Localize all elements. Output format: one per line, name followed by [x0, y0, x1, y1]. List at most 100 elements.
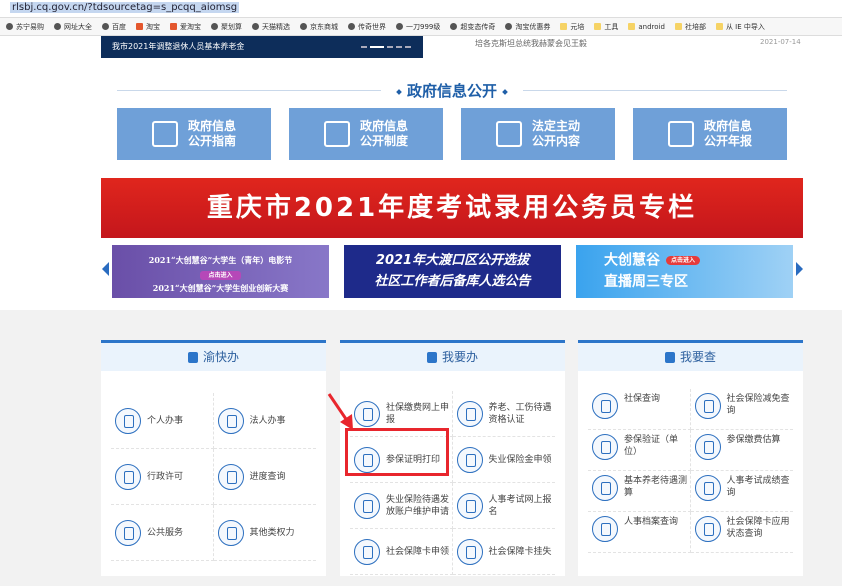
service-icon	[694, 393, 721, 419]
slide-caption[interactable]: 我市2021年调整退休人员基本养老金	[112, 42, 244, 51]
bookmark[interactable]: 超变态传奇	[450, 22, 495, 32]
service-item[interactable]: 人事档案查询	[588, 512, 691, 553]
service-item[interactable]: 参保缴费估算	[690, 430, 793, 471]
panel-header: 我要查	[578, 343, 803, 371]
baidu-icon	[102, 23, 109, 30]
service-icon	[217, 407, 244, 434]
service-icon	[592, 434, 618, 460]
panel-icon	[664, 352, 675, 363]
gov-info-item[interactable]: 法定主动 公开内容	[461, 108, 615, 160]
panel-icon	[187, 352, 198, 363]
service-item[interactable]: 其他类权力	[213, 505, 316, 561]
service-item[interactable]: 社会保障卡申领	[350, 529, 453, 575]
service-icon	[354, 400, 380, 427]
service-icon	[354, 538, 380, 565]
service-icon	[217, 463, 244, 490]
civil-service-banner[interactable]: 重庆市2021年度考试录用公务员专栏	[101, 178, 803, 238]
highlight-box	[345, 428, 449, 476]
bookmark[interactable]: 工具	[594, 22, 618, 32]
service-icon	[217, 519, 244, 546]
service-item[interactable]: 失业保险金申领	[452, 437, 555, 483]
globe-icon	[348, 23, 355, 30]
service-item[interactable]: 社保查询	[588, 389, 691, 430]
globe-icon	[211, 23, 218, 30]
service-item[interactable]: 人事考试网上报名	[452, 483, 555, 529]
service-icon	[456, 538, 483, 565]
document-icon	[495, 121, 522, 147]
service-item[interactable]: 社会保险减免查询	[690, 389, 793, 430]
carousel-prev-icon[interactable]	[102, 262, 109, 276]
carousel-next-icon[interactable]	[796, 262, 803, 276]
red-arrow-icon	[327, 393, 353, 430]
globe-icon	[252, 23, 259, 30]
service-icon	[456, 400, 483, 427]
folder-icon	[560, 23, 568, 30]
globe-icon	[396, 23, 403, 30]
carousel-item-live[interactable]: 大创慧谷 点击进入 直播周三专区	[576, 245, 793, 298]
bookmark[interactable]: android	[628, 23, 665, 31]
service-icon	[456, 492, 483, 519]
news-item[interactable]: 培各克斯坦总统我赫蒙会见王毅	[475, 38, 587, 49]
bookmark[interactable]: 从 IE 中导入	[715, 22, 765, 32]
bookmark[interactable]: 传奇世界	[348, 22, 386, 32]
globe-icon	[6, 23, 13, 30]
panel-header: 渝快办	[101, 343, 326, 371]
service-item[interactable]: 个人办事	[111, 393, 214, 449]
gov-info-item[interactable]: 政府信息 公开指南	[117, 108, 271, 160]
bookmark[interactable]: 苏宁易购	[6, 22, 44, 32]
folder-icon	[715, 23, 723, 30]
bookmark[interactable]: 天猫精选	[252, 22, 290, 32]
service-icon	[694, 516, 721, 542]
service-icon	[592, 475, 618, 501]
service-icon	[115, 407, 141, 434]
globe-icon	[505, 23, 513, 30]
service-icon	[694, 475, 721, 501]
service-icon	[115, 519, 141, 546]
service-item[interactable]: 行政许可	[111, 449, 214, 505]
news-slide[interactable]: 我市2021年调整退休人员基本养老金	[101, 36, 423, 58]
service-item[interactable]: 参保验证（单位）	[588, 430, 691, 471]
service-item[interactable]: 法人办事	[213, 393, 316, 449]
url-text[interactable]: rlsbj.cq.gov.cn/?tdsourcetag=s_pcqq_aiom…	[10, 2, 240, 13]
service-item[interactable]: 养老、工伤待遇资格认证	[452, 391, 555, 437]
service-item[interactable]: 社会保障卡挂失	[452, 529, 555, 575]
service-item[interactable]: 基本养老待遇测算	[588, 471, 691, 512]
service-item[interactable]: 失业保险待遇发放账户维护申请	[350, 483, 453, 529]
service-icon	[456, 446, 483, 473]
service-icon	[115, 463, 141, 490]
taobao-icon	[170, 23, 177, 30]
bookmark[interactable]: 社培部	[674, 22, 706, 32]
service-item[interactable]: 人事考试成绩查询	[690, 471, 793, 512]
bookmark[interactable]: 一刀999级	[396, 22, 440, 32]
document-icon	[667, 121, 694, 147]
service-item[interactable]: 社会保障卡应用状态查询	[690, 512, 793, 553]
document-icon	[151, 121, 178, 147]
bookmark[interactable]: 京东商城	[300, 22, 338, 32]
carousel-item-recruitment[interactable]: 2021年大渡口区公开选拔 社区工作者后备库人选公告	[344, 245, 561, 298]
bookmark[interactable]: 网址大全	[54, 22, 92, 32]
folder-icon	[594, 23, 602, 30]
gov-info-item[interactable]: 政府信息 公开制度	[289, 108, 443, 160]
carousel-item-film-festival[interactable]: 2021“大创慧谷”大学生（青年）电影节 点击进入 2021“大创慧谷”大学生创业创…	[112, 245, 329, 298]
bookmark[interactable]: 百度	[102, 22, 126, 32]
service-panel: 我要查社保查询 社会保险减免查询 参保验证（单位） 参保缴费估算 基本养老待遇测算 人事考…	[578, 340, 803, 576]
service-icon	[694, 434, 721, 460]
news-date: 2021-07-14	[760, 38, 801, 46]
slide-dots[interactable]	[361, 46, 411, 48]
bookmark[interactable]: 淘宝	[136, 22, 160, 32]
bookmark[interactable]: 淘宝优惠券	[505, 22, 550, 32]
service-item[interactable]: 进度查询	[213, 449, 316, 505]
globe-icon	[300, 23, 307, 30]
service-item[interactable]: 公共服务	[111, 505, 214, 561]
address-bar[interactable]: rlsbj.cq.gov.cn/?tdsourcetag=s_pcqq_aiom…	[0, 0, 842, 18]
globe-icon	[54, 23, 61, 30]
bookmark[interactable]: 爱淘宝	[170, 22, 201, 32]
taobao-icon	[136, 23, 143, 30]
panel-header: 我要办	[340, 343, 565, 371]
gov-info-item[interactable]: 政府信息 公开年报	[633, 108, 787, 160]
bookmark[interactable]: 元培	[560, 22, 584, 32]
bookmark[interactable]: 聚划算	[211, 22, 242, 32]
document-icon	[323, 121, 350, 147]
service-icon	[354, 492, 380, 519]
globe-icon	[450, 23, 458, 30]
